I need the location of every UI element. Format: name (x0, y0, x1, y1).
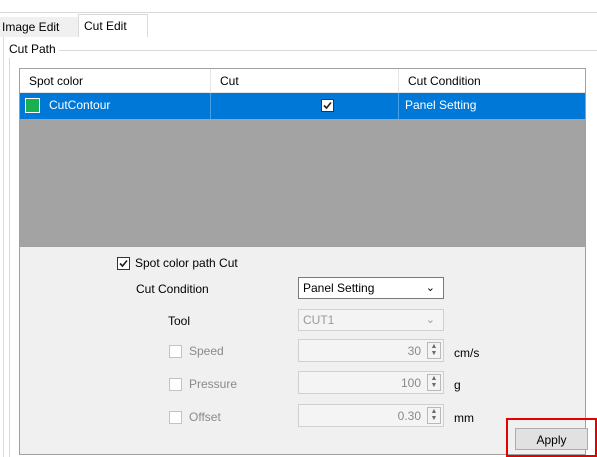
speed-checkbox[interactable] (169, 345, 182, 358)
spin-arrows-icon[interactable]: ▲ ▼ (427, 342, 441, 359)
grid-header: Spot color Cut Cut Condition (20, 69, 585, 93)
cut-checkbox[interactable] (321, 99, 334, 112)
pressure-label: Pressure (189, 377, 238, 391)
check-icon (119, 259, 128, 268)
color-swatch (25, 98, 40, 113)
tool-selected: CUT1 (303, 313, 335, 327)
cut-condition-value: Panel Setting (405, 98, 477, 112)
cut-condition-dropdown[interactable]: Panel Setting ⌄ (298, 277, 444, 299)
tab-image-edit[interactable]: Image Edit (0, 17, 78, 37)
cut-condition-selected: Panel Setting (303, 281, 375, 295)
spin-arrows-icon[interactable]: ▲ ▼ (427, 407, 441, 424)
spot-color-path-cut-checkbox[interactable] (117, 257, 130, 270)
speed-input[interactable]: 30 ▲ ▼ (298, 339, 444, 362)
pressure-value: 100 (400, 376, 421, 390)
cell-spot-color[interactable]: CutContour (20, 93, 211, 119)
tool-label: Tool (168, 314, 191, 328)
cut-condition-label: Cut Condition (136, 282, 209, 296)
pressure-checkbox[interactable] (169, 378, 182, 391)
group-title: Cut Path (6, 42, 59, 56)
table-row[interactable]: CutContour Panel Setting (20, 93, 585, 119)
offset-label: Offset (189, 410, 221, 424)
spot-color-name: CutContour (49, 98, 111, 112)
column-header-cut[interactable]: Cut (211, 69, 399, 93)
speed-unit: cm/s (454, 346, 480, 360)
spot-color-grid[interactable]: Spot color Cut Cut Condition CutContour … (19, 68, 586, 247)
check-icon (323, 101, 332, 110)
group-border (9, 50, 597, 51)
offset-unit: mm (454, 411, 474, 425)
cell-cut (211, 93, 399, 119)
column-header-spot-color[interactable]: Spot color (20, 69, 211, 93)
tab-cut-edit[interactable]: Cut Edit (78, 14, 148, 38)
pressure-input[interactable]: 100 ▲ ▼ (298, 371, 444, 394)
apply-button[interactable]: Apply (515, 428, 588, 450)
cell-cut-condition[interactable]: Panel Setting (399, 93, 585, 119)
spot-color-path-cut-label[interactable]: Spot color path Cut (135, 256, 238, 270)
offset-input[interactable]: 0.30 ▲ ▼ (298, 404, 444, 427)
offset-value: 0.30 (397, 409, 421, 423)
speed-label: Speed (189, 344, 224, 358)
spin-arrows-icon[interactable]: ▲ ▼ (427, 374, 441, 391)
column-header-cut-condition[interactable]: Cut Condition (399, 69, 585, 93)
speed-value: 30 (407, 344, 421, 358)
tool-dropdown[interactable]: CUT1 ⌄ (298, 309, 444, 331)
top-divider (0, 12, 597, 13)
chevron-down-icon: ⌄ (425, 282, 435, 294)
pressure-unit: g (454, 378, 461, 392)
chevron-down-icon: ⌄ (425, 314, 435, 326)
offset-checkbox[interactable] (169, 411, 182, 424)
